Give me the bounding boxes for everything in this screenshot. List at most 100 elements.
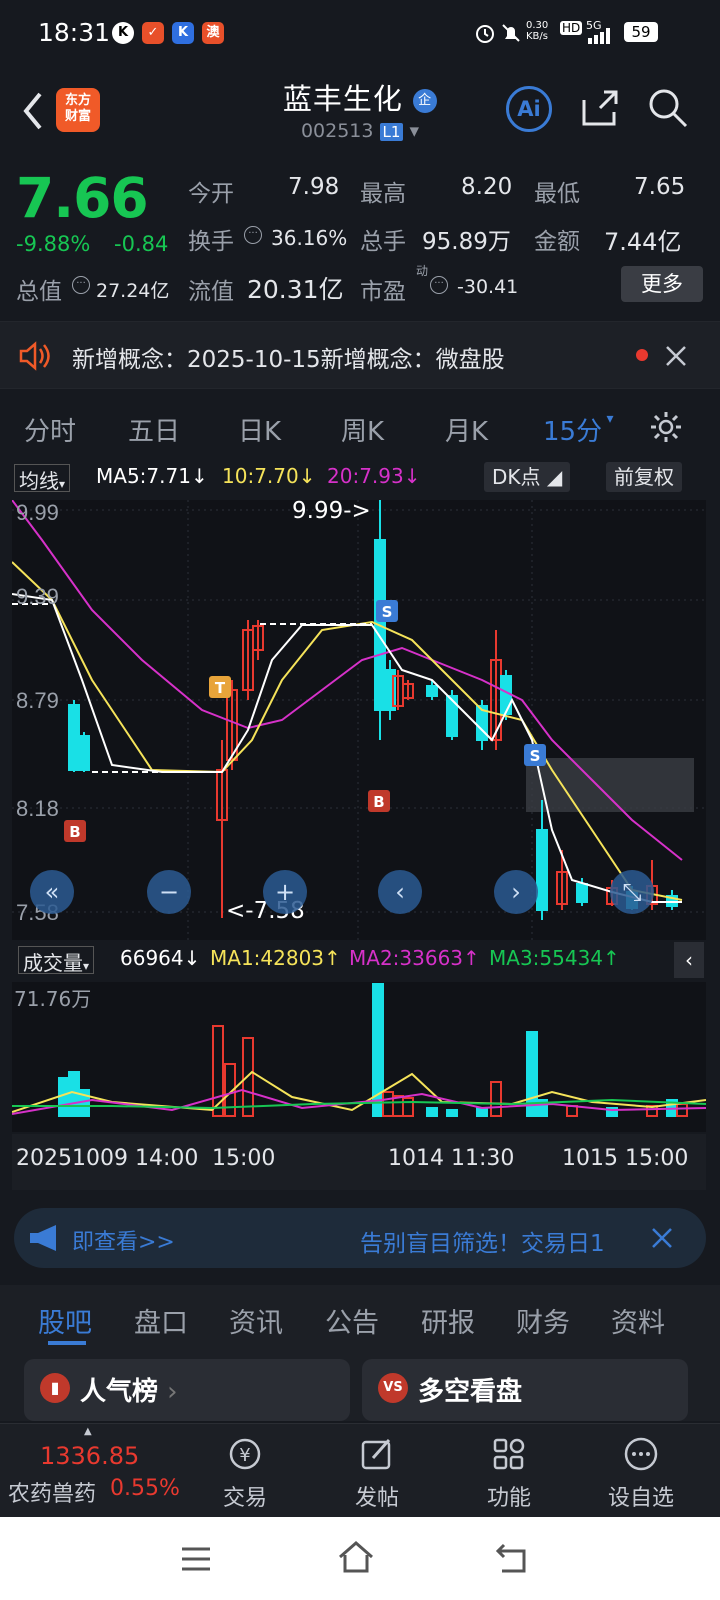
high-value: 8.20 bbox=[461, 174, 513, 200]
turnover-value: 36.16% bbox=[271, 226, 348, 250]
tab-finance[interactable]: 财务 bbox=[516, 1301, 570, 1340]
svg-text:‹: ‹ bbox=[395, 878, 405, 906]
turnover-label: 换手 bbox=[188, 229, 234, 255]
settings-gear-icon[interactable] bbox=[648, 409, 684, 445]
time-label: 1014 11:30 bbox=[388, 1146, 515, 1171]
notice-text: 新增概念：2025-10-15新增概念：微盘股 bbox=[72, 347, 505, 373]
indicator-select[interactable]: 均线▾ bbox=[14, 464, 71, 493]
tab-daily-k[interactable]: 日K bbox=[238, 411, 281, 448]
collapse-icon[interactable]: ‹ bbox=[674, 942, 704, 978]
volume-chart[interactable]: 71.76万 bbox=[12, 982, 706, 1132]
card-title: 多空看盘 bbox=[418, 1377, 523, 1407]
status-bar: 18:31 K ✓ K 澳 0.30 KB/s HD 5G 59 bbox=[0, 0, 720, 66]
candle-body bbox=[426, 685, 438, 697]
svg-text:−: − bbox=[159, 878, 179, 906]
candle-body bbox=[68, 704, 80, 771]
search-icon[interactable] bbox=[646, 86, 690, 130]
info-icon[interactable]: ··· bbox=[430, 276, 448, 294]
feature-cards: ▮ 人气榜 › VS 多空看盘 bbox=[0, 1351, 720, 1421]
tab-monthly-k[interactable]: 月K bbox=[445, 411, 488, 448]
add-watchlist-button[interactable]: 设自选 bbox=[576, 1424, 706, 1518]
signal-icon bbox=[588, 28, 610, 44]
back-nav-icon[interactable] bbox=[494, 1541, 530, 1575]
info-icon[interactable]: ··· bbox=[244, 226, 262, 244]
unread-dot bbox=[636, 349, 648, 361]
chevron-down-icon: ▾ bbox=[409, 120, 420, 142]
candlestick-chart[interactable]: 9.99 9.39 8.79 8.18 7.58 9.99-> <-7.58 T… bbox=[12, 500, 706, 940]
tab-profile[interactable]: 资料 bbox=[611, 1301, 665, 1340]
tab-intraday[interactable]: 分时 bbox=[24, 411, 76, 448]
candle-body bbox=[446, 695, 458, 737]
home-icon[interactable] bbox=[336, 1539, 376, 1575]
vol-ma1: MA1:42803↑ bbox=[210, 946, 341, 970]
tab-news[interactable]: 资讯 bbox=[229, 1301, 283, 1340]
tab-research[interactable]: 研报 bbox=[421, 1301, 475, 1340]
candle-body bbox=[78, 735, 90, 771]
app-notification-icon: 澳 bbox=[202, 22, 224, 44]
adjust-button[interactable]: 前复权 bbox=[606, 462, 682, 492]
tab-five-day[interactable]: 五日 bbox=[128, 411, 180, 448]
volume-bar bbox=[426, 1107, 438, 1117]
time-label: 1015 15:00 bbox=[562, 1146, 689, 1171]
trade-button[interactable]: ¥ 交易 bbox=[180, 1424, 310, 1518]
share-icon[interactable] bbox=[578, 86, 622, 130]
svg-text:⤡: ⤡ bbox=[622, 878, 641, 906]
card-title: 人气榜 › bbox=[80, 1377, 178, 1407]
status-time: 18:31 bbox=[38, 18, 111, 47]
edit-icon bbox=[361, 1439, 391, 1470]
sector-pct: 0.55% bbox=[110, 1476, 180, 1501]
amount-value: 7.44亿 bbox=[604, 228, 682, 256]
bottom-toolbar: ▲ 1336.85 农药兽药 0.55% ¥ 交易 发帖 功能 设自选 bbox=[0, 1423, 720, 1517]
sector-name: 农药兽药 bbox=[8, 1482, 97, 1507]
time-axis: 20251009 14:00 15:00 1014 11:30 1015 15:… bbox=[12, 1134, 706, 1190]
vol-ma3: MA3:55434↑ bbox=[489, 946, 620, 970]
float-value: 20.31亿 bbox=[247, 275, 344, 304]
promo-banner[interactable]: 即查看>> 告别盲目筛选！交易日1 bbox=[14, 1208, 706, 1268]
notice-bar[interactable]: 新增概念：2025-10-15新增概念：微盘股 bbox=[0, 321, 720, 389]
mcap-value: 27.24亿 bbox=[96, 280, 170, 302]
info-icon[interactable]: ··· bbox=[72, 276, 90, 294]
active-tab-indicator bbox=[48, 1341, 86, 1345]
post-button[interactable]: 发帖 bbox=[312, 1424, 442, 1518]
volume-select[interactable]: 成交量▾ bbox=[18, 946, 95, 975]
svg-text:B: B bbox=[69, 823, 80, 841]
promo-right-text: 告别盲目筛选！交易日1 bbox=[360, 1231, 605, 1257]
svg-text:S: S bbox=[530, 747, 541, 765]
net-speed: 0.30 KB/s bbox=[526, 20, 549, 42]
tab-forum[interactable]: 股吧 bbox=[38, 1301, 92, 1340]
time-label: 15:00 bbox=[212, 1146, 276, 1171]
mcap-label: 总值 bbox=[16, 279, 62, 305]
dk-button[interactable]: DK点 ◢ bbox=[484, 462, 571, 492]
functions-button[interactable]: 功能 bbox=[444, 1424, 574, 1518]
time-label: 20251009 14:00 bbox=[16, 1146, 199, 1171]
app-notification-icon: K bbox=[172, 22, 194, 44]
bull-bear-card[interactable]: VS 多空看盘 bbox=[362, 1359, 688, 1421]
menu-icon[interactable] bbox=[180, 1545, 212, 1573]
trade-icon: ¥ bbox=[229, 1438, 261, 1470]
more-button[interactable]: 更多 bbox=[621, 266, 703, 302]
pe-value: -30.41 bbox=[457, 276, 519, 298]
ai-button[interactable]: Ai bbox=[506, 86, 552, 132]
vol-ma2: MA2:33663↑ bbox=[349, 946, 480, 970]
megaphone-icon bbox=[30, 1225, 56, 1251]
mute-icon bbox=[502, 24, 520, 42]
svg-text:S: S bbox=[382, 603, 393, 621]
ma20-readout: 20:7.93↓ bbox=[327, 464, 421, 488]
close-icon[interactable] bbox=[664, 344, 688, 368]
high-label: 最高 bbox=[360, 181, 406, 207]
close-icon[interactable] bbox=[650, 1226, 674, 1250]
chart-indicator-bar: 均线▾ MA5:7.71↓ 10:7.70↓ 20:7.93↓ DK点 ◢ 前复… bbox=[0, 462, 720, 500]
tab-15min[interactable]: 15分 ▾ bbox=[543, 411, 614, 448]
quote-panel: 7.66 -9.88% -0.84 今开 7.98 最高 8.20 最低 7.6… bbox=[0, 156, 720, 316]
tab-orderbook[interactable]: 盘口 bbox=[134, 1301, 188, 1340]
stock-header: 东方 财富 蓝丰生化 企 002513 L1 ▾ Ai bbox=[0, 66, 720, 154]
tab-weekly-k[interactable]: 周K bbox=[341, 411, 384, 448]
svg-text:«: « bbox=[45, 878, 60, 906]
tab-announcements[interactable]: 公告 bbox=[325, 1301, 379, 1340]
popularity-card[interactable]: ▮ 人气榜 › bbox=[24, 1359, 350, 1421]
change-pct: -9.88% bbox=[16, 232, 91, 256]
svg-text:›: › bbox=[511, 878, 521, 906]
sector-index[interactable]: ▲ 1336.85 农药兽药 0.55% bbox=[0, 1424, 180, 1518]
volume-bar bbox=[58, 1077, 70, 1117]
y-tick-label: 9.99 bbox=[16, 500, 59, 525]
